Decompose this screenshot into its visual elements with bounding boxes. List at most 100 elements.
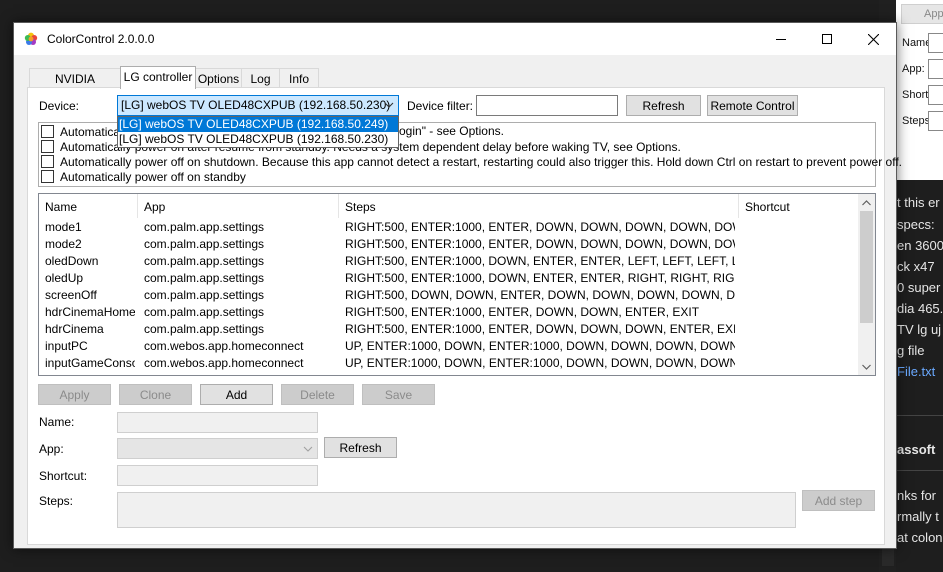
preset-name: oledDown xyxy=(45,254,99,268)
presets-list[interactable]: Name App Steps Shortcut mode1 com.palm.ap… xyxy=(38,193,876,376)
preset-steps: RIGHT:500, DOWN, DOWN, ENTER, DOWN, DOWN… xyxy=(345,288,735,302)
device-dropdown-list: [LG] webOS TV OLED48CXPUB (192.168.50.24… xyxy=(117,116,399,148)
preset-row[interactable]: screenOff com.palm.app.settings RIGHT:500,… xyxy=(39,287,859,304)
preset-app: com.palm.app.settings xyxy=(144,220,265,234)
column-header-steps[interactable]: Steps xyxy=(339,194,738,218)
clone-button[interactable]: Clone xyxy=(119,384,192,405)
checkbox-label: Automatically power off on standby xyxy=(60,169,246,184)
checkbox-box[interactable] xyxy=(41,170,54,183)
background-text-line: en 3600 xyxy=(897,238,943,253)
background-divider xyxy=(897,415,943,416)
background-app-input[interactable] xyxy=(928,59,943,79)
checkbox-box[interactable] xyxy=(41,125,54,138)
preset-row[interactable]: oledUp com.palm.app.settings RIGHT:500, EN… xyxy=(39,270,859,287)
preset-row[interactable]: oledDown com.palm.app.settings RIGHT:500, … xyxy=(39,253,859,270)
preset-steps: RIGHT:500, ENTER:1000, ENTER, DOWN, DOWN… xyxy=(345,322,735,336)
power-off-shutdown-checkbox[interactable]: Automatically power off on shutdown. Bec… xyxy=(41,154,902,169)
steps-input[interactable] xyxy=(117,492,796,528)
preset-name: screenOff xyxy=(45,288,97,302)
title-bar[interactable]: ColorControl 2.0.0.0 xyxy=(14,23,896,55)
tab-options[interactable]: Options xyxy=(195,68,242,88)
chevron-up-icon xyxy=(862,199,871,205)
app-refresh-button[interactable]: Refresh xyxy=(324,437,397,458)
preset-app: com.palm.app.settings xyxy=(144,305,265,319)
close-icon xyxy=(867,33,879,45)
background-text-line: TV lg uj xyxy=(897,322,942,337)
preset-app: com.palm.app.settings xyxy=(144,237,265,251)
add-step-button[interactable]: Add step xyxy=(802,490,875,511)
background-text-line: at colon xyxy=(897,530,943,545)
column-header-shortcut[interactable]: Shortcut xyxy=(739,194,859,218)
power-off-standby-checkbox[interactable]: Automatically power off on standby xyxy=(41,169,246,184)
scroll-up-button[interactable] xyxy=(858,194,875,211)
preset-steps: RIGHT:500, ENTER:1000, DOWN, ENTER, ENTE… xyxy=(345,271,735,285)
window-title: ColorControl 2.0.0.0 xyxy=(47,32,155,46)
preset-app: com.palm.app.settings xyxy=(144,288,265,302)
color-wheel-icon xyxy=(24,32,38,45)
checkbox-label-tail: ogin" - see Options. xyxy=(399,124,504,138)
minimize-button[interactable] xyxy=(758,23,804,55)
preset-steps: UP, ENTER:1000, DOWN, ENTER:1000, DOWN, … xyxy=(345,356,735,370)
presets-scrollbar[interactable] xyxy=(858,194,875,375)
column-header-app[interactable]: App xyxy=(138,194,338,218)
device-refresh-button[interactable]: Refresh xyxy=(626,95,701,116)
scrollbar-thumb[interactable] xyxy=(860,211,873,323)
background-text-line: dia 465. xyxy=(897,301,943,316)
preset-row[interactable]: inputGameConsole com.webos.app.homeconnec… xyxy=(39,355,859,372)
remote-control-button[interactable]: Remote Control xyxy=(707,95,798,116)
maximize-button[interactable] xyxy=(804,23,850,55)
preset-name: inputPC xyxy=(45,339,88,353)
preset-steps: RIGHT:500, ENTER:1000, ENTER, DOWN, DOWN… xyxy=(345,305,700,319)
tab-nvidia-controller[interactable]: NVIDIA controller xyxy=(29,68,121,100)
name-input[interactable] xyxy=(117,412,318,433)
background-shortcut-input[interactable] xyxy=(928,85,943,105)
maximize-icon xyxy=(822,34,832,44)
background-text-line: nks for xyxy=(897,488,937,503)
preset-app: com.palm.app.settings xyxy=(144,322,265,336)
chevron-down-icon xyxy=(862,364,871,370)
name-label: Name: xyxy=(39,415,75,429)
column-header-name[interactable]: Name xyxy=(39,194,137,218)
checkbox-label: Automatically power off on shutdown. Bec… xyxy=(60,154,903,169)
add-button[interactable]: Add xyxy=(200,384,273,405)
preset-row[interactable]: hdrCinemaHome com.palm.app.settings RIGHT:… xyxy=(39,304,859,321)
background-text-line: 0 super xyxy=(897,280,941,295)
preset-app: com.palm.app.settings xyxy=(144,254,265,268)
chevron-down-icon xyxy=(303,446,313,452)
scroll-down-button[interactable] xyxy=(858,358,875,375)
background-steps-input[interactable] xyxy=(928,111,943,131)
background-app-button[interactable]: App xyxy=(901,4,943,24)
device-select[interactable]: [LG] webOS TV OLED48CXPUB (192.168.50.23… xyxy=(117,95,399,116)
close-button[interactable] xyxy=(850,23,896,55)
device-option[interactable]: [LG] webOS TV OLED48CXPUB (192.168.50.24… xyxy=(118,117,398,132)
background-username[interactable]: assoft xyxy=(897,442,935,457)
device-label: Device: xyxy=(39,99,80,113)
device-filter-label: Device filter: xyxy=(407,99,474,113)
preset-steps: RIGHT:500, ENTER:1000, DOWN, ENTER, ENTE… xyxy=(345,254,735,268)
background-file-link[interactable]: File.txt xyxy=(897,364,935,379)
device-filter-input[interactable] xyxy=(476,95,618,116)
preset-row[interactable]: hdrCinema com.palm.app.settings RIGHT:500,… xyxy=(39,321,859,338)
background-text-line: ck x47 xyxy=(897,259,935,274)
app-select[interactable] xyxy=(117,438,318,459)
tab-lg-controller[interactable]: LG controller xyxy=(120,66,196,89)
device-option[interactable]: [LG] webOS TV OLED48CXPUB (192.168.50.23… xyxy=(118,132,398,147)
preset-app: com.webos.app.homeconnect xyxy=(144,356,304,370)
preset-row[interactable]: mode1 com.palm.app.settings RIGHT:500, ENT… xyxy=(39,219,859,236)
apply-button[interactable]: Apply xyxy=(38,384,111,405)
preset-name: oledUp xyxy=(45,271,84,285)
delete-button[interactable]: Delete xyxy=(281,384,354,405)
background-name-input[interactable] xyxy=(928,33,943,53)
tab-info[interactable]: Info xyxy=(279,68,319,88)
tab-log[interactable]: Log xyxy=(241,68,280,88)
save-button[interactable]: Save xyxy=(362,384,435,405)
checkbox-box[interactable] xyxy=(41,155,54,168)
steps-label: Steps: xyxy=(39,494,74,508)
shortcut-input[interactable] xyxy=(117,465,318,486)
preset-row[interactable]: mode2 com.palm.app.settings RIGHT:500, ENT… xyxy=(39,236,859,253)
preset-row[interactable]: inputPC com.webos.app.homeconnect UP, ENTE… xyxy=(39,338,859,355)
preset-name: mode2 xyxy=(45,237,82,251)
checkbox-box[interactable] xyxy=(41,140,54,153)
app-label: App: xyxy=(39,442,64,456)
preset-steps: RIGHT:500, ENTER:1000, ENTER, DOWN, DOWN… xyxy=(345,220,735,234)
